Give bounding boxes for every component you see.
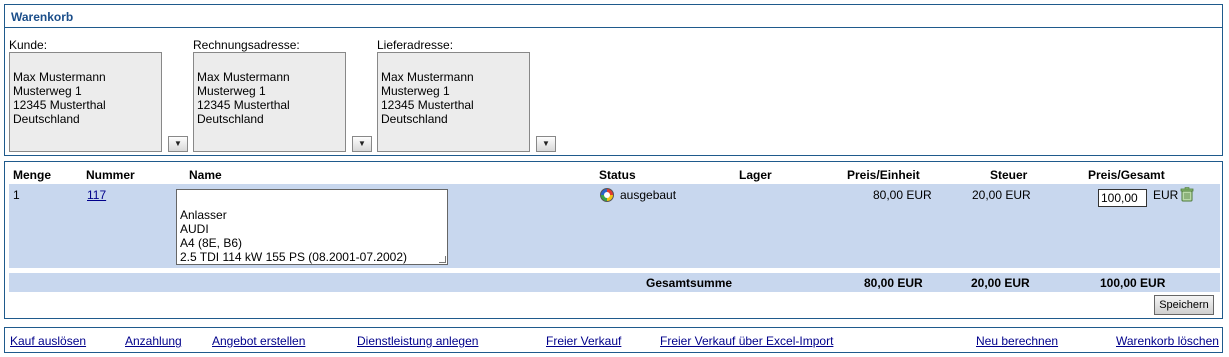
totals-label: Gesamtsumme	[646, 276, 733, 290]
link-dienstleistung-anlegen[interactable]: Dienstleistung anlegen	[357, 334, 478, 348]
delivery-label: Lieferadresse:	[377, 38, 454, 52]
totals-preis-gesamt: 100,00 EUR	[1100, 276, 1166, 290]
billing-dropdown-button[interactable]: ▼	[352, 136, 372, 152]
billing-label: Rechnungsadresse:	[193, 38, 300, 52]
customer-address-block: Kunde: Max Mustermann Musterweg 1 12345 …	[9, 38, 188, 152]
row-preis-gesamt-input[interactable]	[1098, 189, 1147, 207]
delivery-address-box[interactable]: Max Mustermann Musterweg 1 12345 Mustert…	[377, 52, 530, 152]
header-nummer: Nummer	[86, 168, 135, 182]
cart-header-panel: Warenkorb Kunde: Max Mustermann Musterwe…	[4, 4, 1223, 156]
delivery-address-block: Lieferadresse: Max Mustermann Musterweg …	[377, 38, 556, 152]
delivery-dropdown-button[interactable]: ▼	[536, 136, 556, 152]
row-preis-einheit: 80,00 EUR	[873, 188, 932, 202]
row-nummer-link[interactable]: 117	[87, 188, 106, 202]
footer-actions: Kauf auslösen Anzahlung Angebot erstelle…	[4, 327, 1223, 353]
customer-dropdown-button[interactable]: ▼	[168, 136, 188, 152]
chevron-down-icon: ▼	[542, 139, 550, 148]
trash-icon[interactable]	[1180, 187, 1194, 202]
header-preis-einheit: Preis/Einheit	[847, 168, 920, 182]
link-freier-verkauf[interactable]: Freier Verkauf	[546, 334, 621, 348]
save-button[interactable]: Speichern	[1154, 295, 1214, 315]
resize-handle-icon[interactable]	[439, 256, 446, 263]
panel-title: Warenkorb	[5, 5, 1222, 28]
billing-address-box[interactable]: Max Mustermann Musterweg 1 12345 Mustert…	[193, 52, 346, 152]
link-anzahlung[interactable]: Anzahlung	[125, 334, 182, 348]
header-preis-gesamt: Preis/Gesamt	[1088, 168, 1165, 182]
row-menge: 1	[13, 188, 20, 202]
link-freier-verkauf-excel[interactable]: Freier Verkauf über Excel-Import	[660, 334, 833, 348]
cart-items-panel: Menge Nummer Name Status Lager Preis/Ein…	[4, 161, 1223, 319]
row-name-textarea[interactable]: Anlasser AUDI A4 (8E, B6) 2.5 TDI 114 kW…	[176, 189, 448, 265]
row-steuer: 20,00 EUR	[972, 188, 1031, 202]
row-currency: EUR	[1153, 188, 1179, 202]
chevron-down-icon: ▼	[358, 139, 366, 148]
link-kauf-ausloesen[interactable]: Kauf auslösen	[10, 334, 86, 348]
totals-steuer: 20,00 EUR	[971, 276, 1030, 290]
header-steuer: Steuer	[990, 168, 1028, 182]
customer-label: Kunde:	[9, 38, 48, 52]
billing-address-block: Rechnungsadresse: Max Mustermann Musterw…	[193, 38, 372, 152]
chevron-down-icon: ▼	[174, 139, 182, 148]
totals-row	[9, 273, 1220, 292]
row-name-text: Anlasser AUDI A4 (8E, B6) 2.5 TDI 114 kW…	[180, 208, 408, 264]
header-lager: Lager	[739, 168, 772, 182]
link-warenkorb-loeschen[interactable]: Warenkorb löschen	[1116, 334, 1219, 348]
header-status: Status	[599, 168, 636, 182]
link-neu-berechnen[interactable]: Neu berechnen	[976, 334, 1058, 348]
header-name: Name	[189, 168, 222, 182]
header-menge: Menge	[13, 168, 52, 182]
row-status: ausgebaut	[620, 188, 677, 202]
status-wheel-icon	[600, 188, 614, 202]
totals-preis-einheit: 80,00 EUR	[864, 276, 923, 290]
link-angebot-erstellen[interactable]: Angebot erstellen	[212, 334, 305, 348]
customer-address-box[interactable]: Max Mustermann Musterweg 1 12345 Mustert…	[9, 52, 162, 152]
